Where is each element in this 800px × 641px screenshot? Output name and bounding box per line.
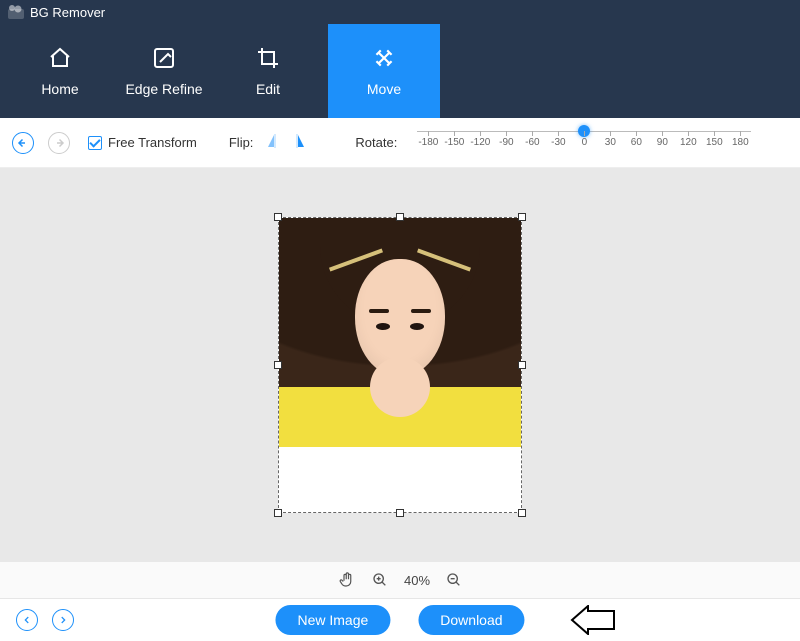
zoom-in-icon[interactable] — [372, 572, 388, 588]
nav-edge-refine[interactable]: Edge Refine — [112, 24, 216, 118]
flip-vertical-icon[interactable] — [289, 134, 305, 151]
nav-home[interactable]: Home — [8, 24, 112, 118]
tick: 180 — [729, 137, 751, 148]
tick: -90 — [495, 137, 517, 148]
hand-tool-icon[interactable] — [338, 571, 356, 589]
tick: 60 — [625, 137, 647, 148]
tick: -180 — [417, 137, 439, 148]
selection-box[interactable] — [278, 217, 522, 513]
canvas[interactable] — [0, 168, 800, 561]
portrait-image[interactable] — [279, 218, 521, 447]
nav-label: Edge Refine — [125, 81, 202, 97]
undo-button[interactable] — [12, 132, 34, 154]
tick: -30 — [547, 137, 569, 148]
resize-handle-top-left[interactable] — [274, 213, 282, 221]
resize-handle-top[interactable] — [396, 213, 404, 221]
bottom-bar: New Image Download — [0, 599, 800, 641]
crop-icon — [255, 45, 281, 71]
resize-handle-bottom-left[interactable] — [274, 509, 282, 517]
nav-edit[interactable]: Edit — [216, 24, 320, 118]
main-nav: Home Edge Refine Edit Move — [0, 24, 800, 118]
redo-button[interactable] — [48, 132, 70, 154]
nav-label: Home — [41, 81, 78, 97]
tick: -60 — [521, 137, 543, 148]
zoom-out-icon[interactable] — [446, 572, 462, 588]
rotate-label: Rotate: — [355, 135, 397, 150]
tick: 30 — [599, 137, 621, 148]
zoom-value: 40% — [404, 573, 430, 588]
tick: 90 — [651, 137, 673, 148]
slider-ticks: -180 -150 -120 -90 -60 -30 0 30 60 90 12… — [417, 137, 751, 148]
resize-handle-right[interactable] — [518, 361, 526, 369]
next-button[interactable] — [52, 609, 74, 631]
title-bar: BG Remover — [0, 0, 800, 24]
nav-move[interactable]: Move — [328, 24, 440, 118]
free-transform-option[interactable]: Free Transform — [88, 135, 197, 150]
flip-label: Flip: — [229, 135, 254, 150]
tick: -120 — [469, 137, 491, 148]
tick: 120 — [677, 137, 699, 148]
zoom-bar: 40% — [0, 561, 800, 599]
download-button[interactable]: Download — [418, 605, 524, 635]
resize-handle-left[interactable] — [274, 361, 282, 369]
nav-label: Edit — [256, 81, 280, 97]
flip-horizontal-icon[interactable] — [267, 134, 283, 151]
tick: 150 — [703, 137, 725, 148]
move-toolbar: Free Transform Flip: Rotate: -180 -150 -… — [0, 118, 800, 168]
nav-label: Move — [367, 81, 401, 97]
new-image-button[interactable]: New Image — [275, 605, 390, 635]
annotation-arrow-icon — [570, 605, 616, 640]
free-transform-label: Free Transform — [108, 135, 197, 150]
edge-refine-icon — [151, 45, 177, 71]
move-icon — [371, 45, 397, 71]
tick: -150 — [443, 137, 465, 148]
resize-handle-bottom-right[interactable] — [518, 509, 526, 517]
tick: 0 — [573, 137, 595, 148]
prev-button[interactable] — [16, 609, 38, 631]
app-logo-icon — [8, 5, 24, 19]
rotate-slider[interactable]: -180 -150 -120 -90 -60 -30 0 30 60 90 12… — [417, 137, 751, 148]
checkbox-checked-icon[interactable] — [88, 136, 102, 150]
resize-handle-top-right[interactable] — [518, 213, 526, 221]
home-icon — [47, 45, 73, 71]
app-title: BG Remover — [30, 5, 105, 20]
resize-handle-bottom[interactable] — [396, 509, 404, 517]
